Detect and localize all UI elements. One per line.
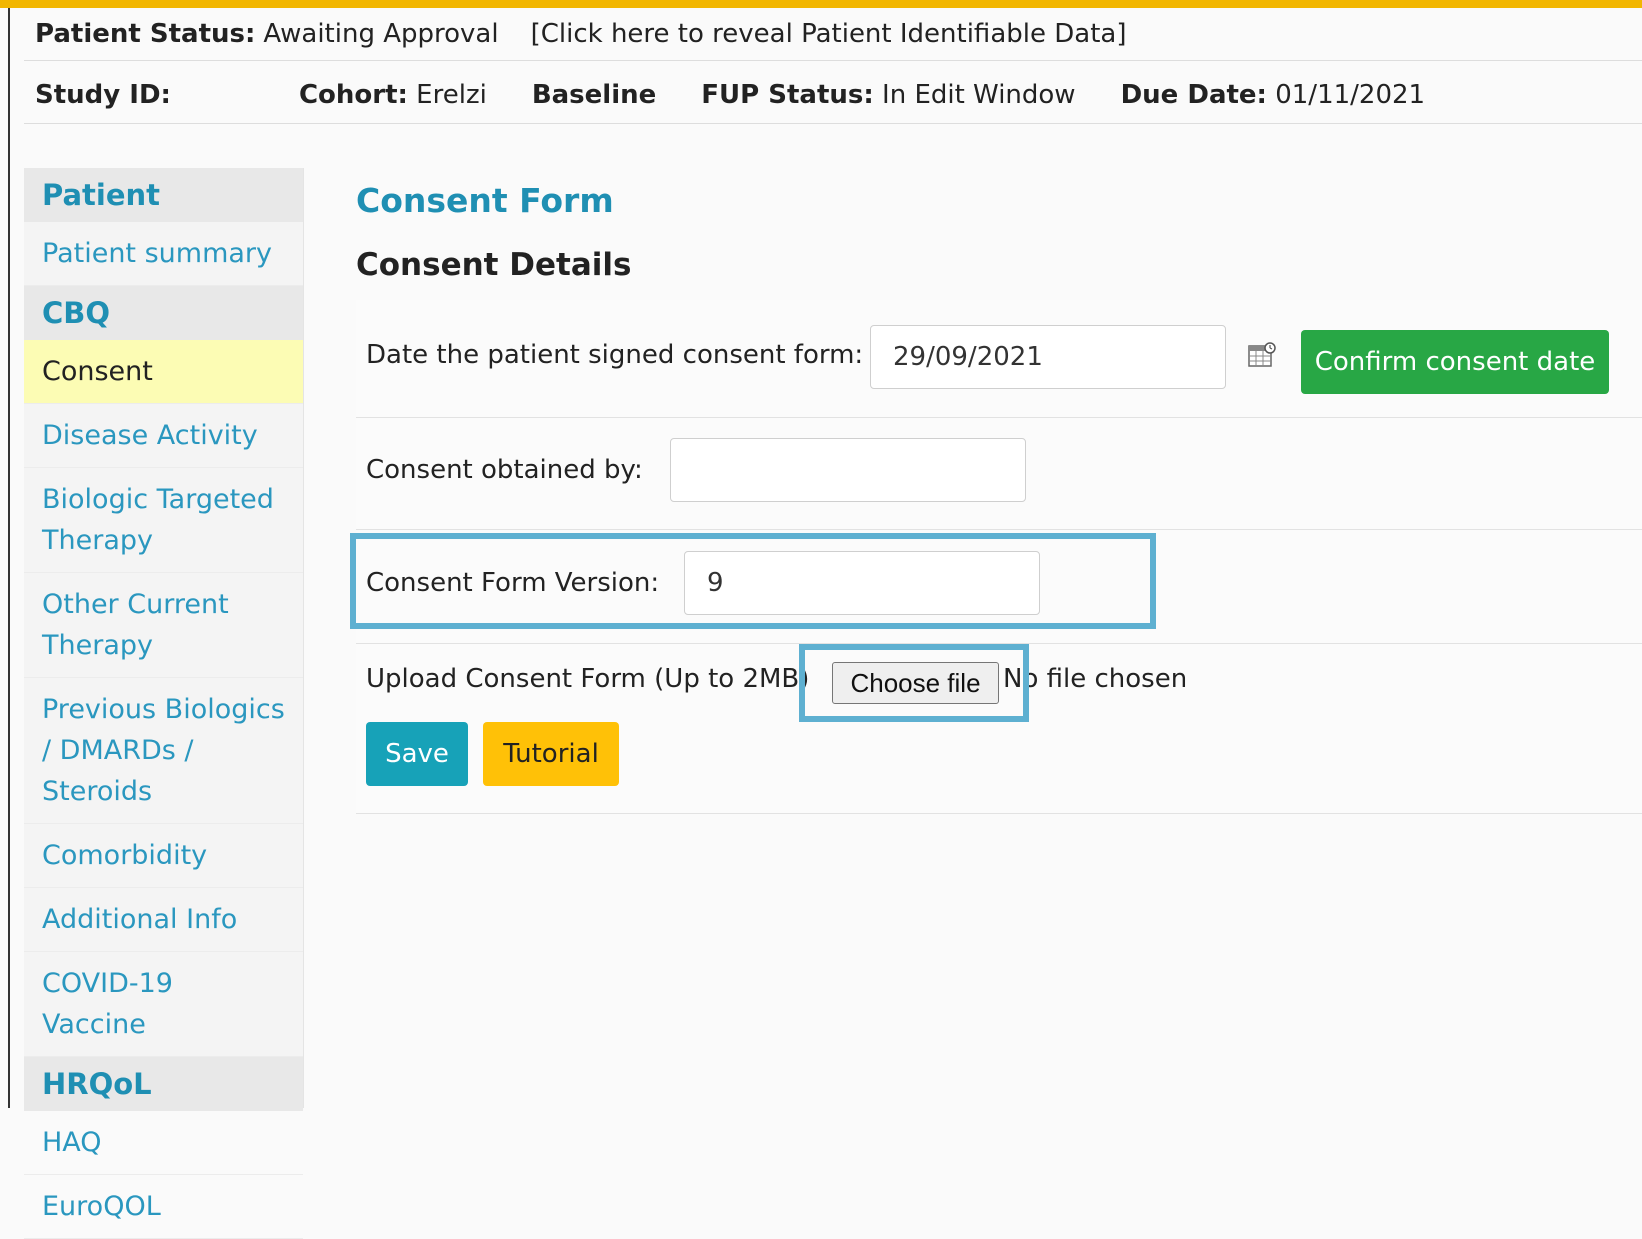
sidebar-item-consent[interactable]: Consent — [24, 340, 303, 404]
no-file-chosen-text: No file chosen — [1003, 664, 1188, 694]
sidebar-header-patient: Patient — [24, 168, 303, 222]
page-title: Consent Form — [356, 181, 614, 220]
sidebar-item-previous-biologics[interactable]: Previous Biologics / DMARDs / Steroids — [24, 678, 303, 824]
choose-file-highlight — [799, 644, 1029, 722]
study-info-row: Study ID: Cohort: Erelzi Baseline FUP St… — [35, 74, 1470, 116]
section-title: Consent Details — [356, 247, 632, 283]
patient-status-value: Awaiting Approval — [263, 19, 499, 49]
consent-date-input[interactable]: 29/09/2021 — [870, 325, 1226, 389]
sidebar-item-comorbidity[interactable]: Comorbidity — [24, 824, 303, 888]
sidebar-item-euroqol[interactable]: EuroQOL — [24, 1175, 303, 1239]
left-border — [8, 8, 10, 1108]
patient-status-row: Patient Status: Awaiting Approval [Click… — [35, 16, 1126, 52]
sidebar-item-additional-info[interactable]: Additional Info — [24, 888, 303, 952]
sidebar-header-cbq: CBQ — [24, 286, 303, 340]
version-highlight — [350, 533, 1156, 629]
consent-date-label: Date the patient signed consent form: — [366, 340, 864, 370]
obtained-by-label: Consent obtained by: — [366, 455, 643, 485]
visit-label: Baseline — [531, 80, 657, 110]
main-content: Consent Form Consent Details Date the pa… — [350, 170, 1642, 814]
consent-version-row: Consent Form Version: 9 — [350, 530, 1642, 644]
sidebar-item-other-current-therapy[interactable]: Other Current Therapy — [24, 573, 303, 678]
sidebar-item-haq[interactable]: HAQ — [24, 1111, 303, 1175]
upload-row: Upload Consent Form (Up to 2MB) Choose f… — [356, 644, 1642, 814]
sidebar-item-patient-summary[interactable]: Patient summary — [24, 222, 303, 286]
confirm-consent-date-button[interactable]: Confirm consent date — [1301, 330, 1609, 394]
divider — [24, 123, 1642, 124]
sidebar-nav: Patient Patient summary CBQ Consent Dise… — [24, 168, 304, 1239]
sidebar-item-disease-activity[interactable]: Disease Activity — [24, 404, 303, 468]
obtained-by-input[interactable] — [670, 438, 1026, 502]
due-date: Due Date: 01/11/2021 — [1120, 80, 1426, 110]
reveal-identifiable-data-link[interactable]: [Click here to reveal Patient Identifiab… — [531, 19, 1127, 49]
sidebar-item-biologic-targeted-therapy[interactable]: Biologic Targeted Therapy — [24, 468, 303, 573]
consent-obtained-row: Consent obtained by: — [356, 418, 1642, 530]
tutorial-button[interactable]: Tutorial — [483, 722, 619, 786]
divider — [24, 60, 1642, 61]
fup-status: FUP Status: In Edit Window — [701, 80, 1076, 110]
upload-label: Upload Consent Form (Up to 2MB) — [366, 664, 810, 694]
save-button[interactable]: Save — [366, 722, 468, 786]
calendar-icon[interactable] — [1248, 342, 1276, 368]
patient-status-label: Patient Status: — [35, 19, 256, 49]
sidebar-header-hrqol: HRQoL — [24, 1057, 303, 1111]
cohort: Cohort: Erelzi — [298, 80, 487, 110]
study-id: Study ID: — [35, 80, 171, 110]
top-accent-bar — [0, 0, 1642, 8]
consent-date-row: Date the patient signed consent form: 29… — [356, 300, 1642, 418]
sidebar-item-covid-19-vaccine[interactable]: COVID-19 Vaccine — [24, 952, 303, 1057]
